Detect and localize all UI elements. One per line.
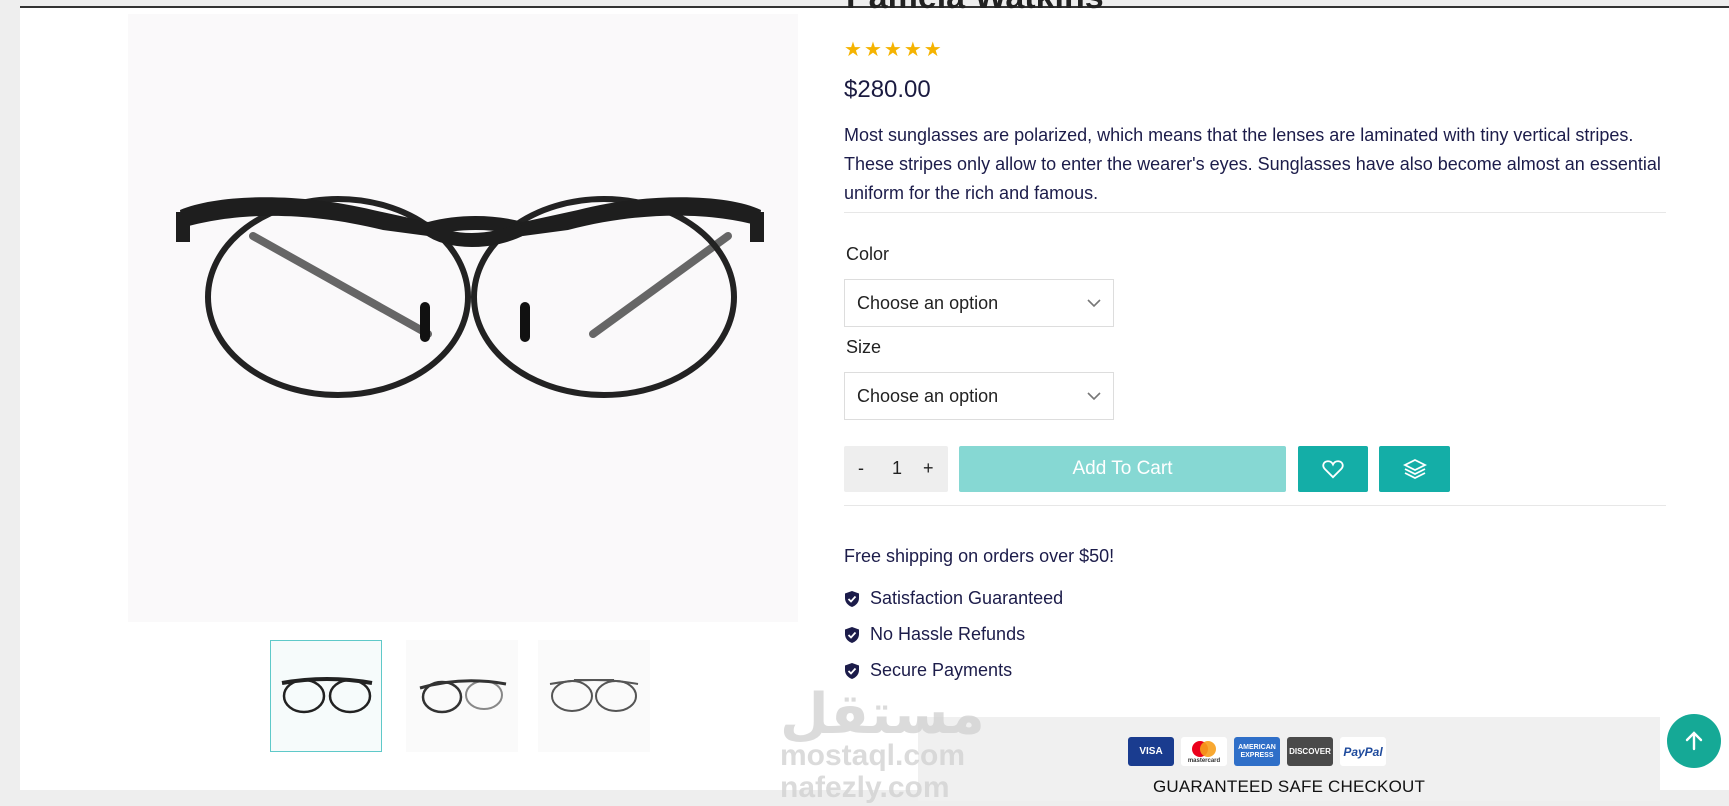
product-description: Most sunglasses are polarized, which mea… [844, 125, 1661, 203]
quantity-stepper: - 1 + [844, 446, 948, 492]
star-icon: ★ [903, 39, 922, 61]
eyeglasses-image [176, 196, 764, 398]
quantity-increase-button[interactable]: + [923, 458, 934, 479]
feature-label: Secure Payments [870, 660, 1013, 680]
color-select-value: Choose an option [857, 293, 999, 313]
mastercard-circles-icon [1192, 740, 1216, 757]
star-icon: ★ [863, 39, 882, 61]
divider [844, 212, 1666, 213]
star-icon: ★ [923, 39, 942, 61]
discover-card-icon: DISCOVER [1287, 737, 1333, 766]
product-title: Pamela Watkins [846, 0, 1104, 17]
size-select[interactable]: Choose an option [844, 372, 1114, 420]
wishlist-button[interactable] [1298, 446, 1368, 492]
safe-checkout-text: GUARANTEED SAFE CHECKOUT [1152, 777, 1426, 796]
shield-check-icon [845, 590, 859, 607]
thumbnail-3[interactable] [538, 640, 650, 752]
quantity-value[interactable]: 1 [892, 458, 902, 479]
watermark-arabic: مستقل [780, 682, 985, 745]
thumbnail-1[interactable] [270, 640, 382, 752]
mastercard-label: mastercard [1187, 757, 1221, 764]
color-label: Color [846, 244, 890, 264]
eyeglasses-thumbnail-image [549, 679, 639, 712]
thumbnail-2[interactable] [406, 640, 518, 752]
payment-cards: VISA mastercard AMERICAN EXPRESS DISCOVE… [1128, 737, 1386, 766]
scroll-to-top-button[interactable] [1667, 714, 1721, 768]
arrow-up-icon [1685, 731, 1703, 751]
shield-check-icon [845, 626, 859, 643]
feature-label: No Hassle Refunds [870, 624, 1026, 644]
mastercard-card-icon: mastercard [1181, 737, 1227, 766]
rating-stars: ★ ★ ★ ★ ★ [844, 40, 942, 60]
feature-item: Secure Payments [844, 660, 1012, 681]
chevron-down-icon [1087, 299, 1101, 308]
color-select[interactable]: Choose an option [844, 279, 1114, 327]
chevron-down-icon [1087, 392, 1101, 401]
safe-checkout-box: VISA mastercard AMERICAN EXPRESS DISCOVE… [918, 717, 1660, 801]
feature-item: No Hassle Refunds [844, 624, 1025, 645]
size-label: Size [846, 337, 882, 357]
star-icon: ★ [883, 39, 902, 61]
eyeglasses-thumbnail-image [281, 677, 373, 714]
compare-button[interactable] [1379, 446, 1450, 492]
visa-card-icon: VISA [1128, 737, 1174, 766]
eyeglasses-thumbnail-image [419, 679, 507, 714]
product-price: $280.00 [844, 76, 931, 103]
watermark-nafezly: nafezly.com [780, 771, 950, 804]
shipping-note: Free shipping on orders over $50! [844, 546, 1115, 566]
layers-icon [1402, 458, 1427, 480]
quantity-decrease-button[interactable]: - [858, 458, 864, 479]
product-main-image[interactable] [128, 14, 798, 622]
divider [844, 505, 1666, 506]
amex-card-icon: AMERICAN EXPRESS [1234, 737, 1280, 766]
star-icon: ★ [844, 39, 862, 61]
shield-check-icon [845, 662, 859, 679]
size-select-value: Choose an option [857, 386, 999, 406]
watermark-mostaql: mostaql.com [780, 739, 966, 772]
feature-label: Satisfaction Guaranteed [870, 588, 1064, 608]
add-to-cart-button[interactable]: Add To Cart [959, 446, 1286, 492]
heart-icon [1322, 460, 1344, 479]
product-page: Pamela Watkins ★★★★★ $280.00 Most sungla… [20, 0, 1729, 804]
watermark: مستقل mostaql.com nafezly.com [780, 682, 985, 804]
feature-item: Satisfaction Guaranteed [844, 588, 1063, 609]
paypal-card-icon: PayPal [1340, 737, 1386, 766]
